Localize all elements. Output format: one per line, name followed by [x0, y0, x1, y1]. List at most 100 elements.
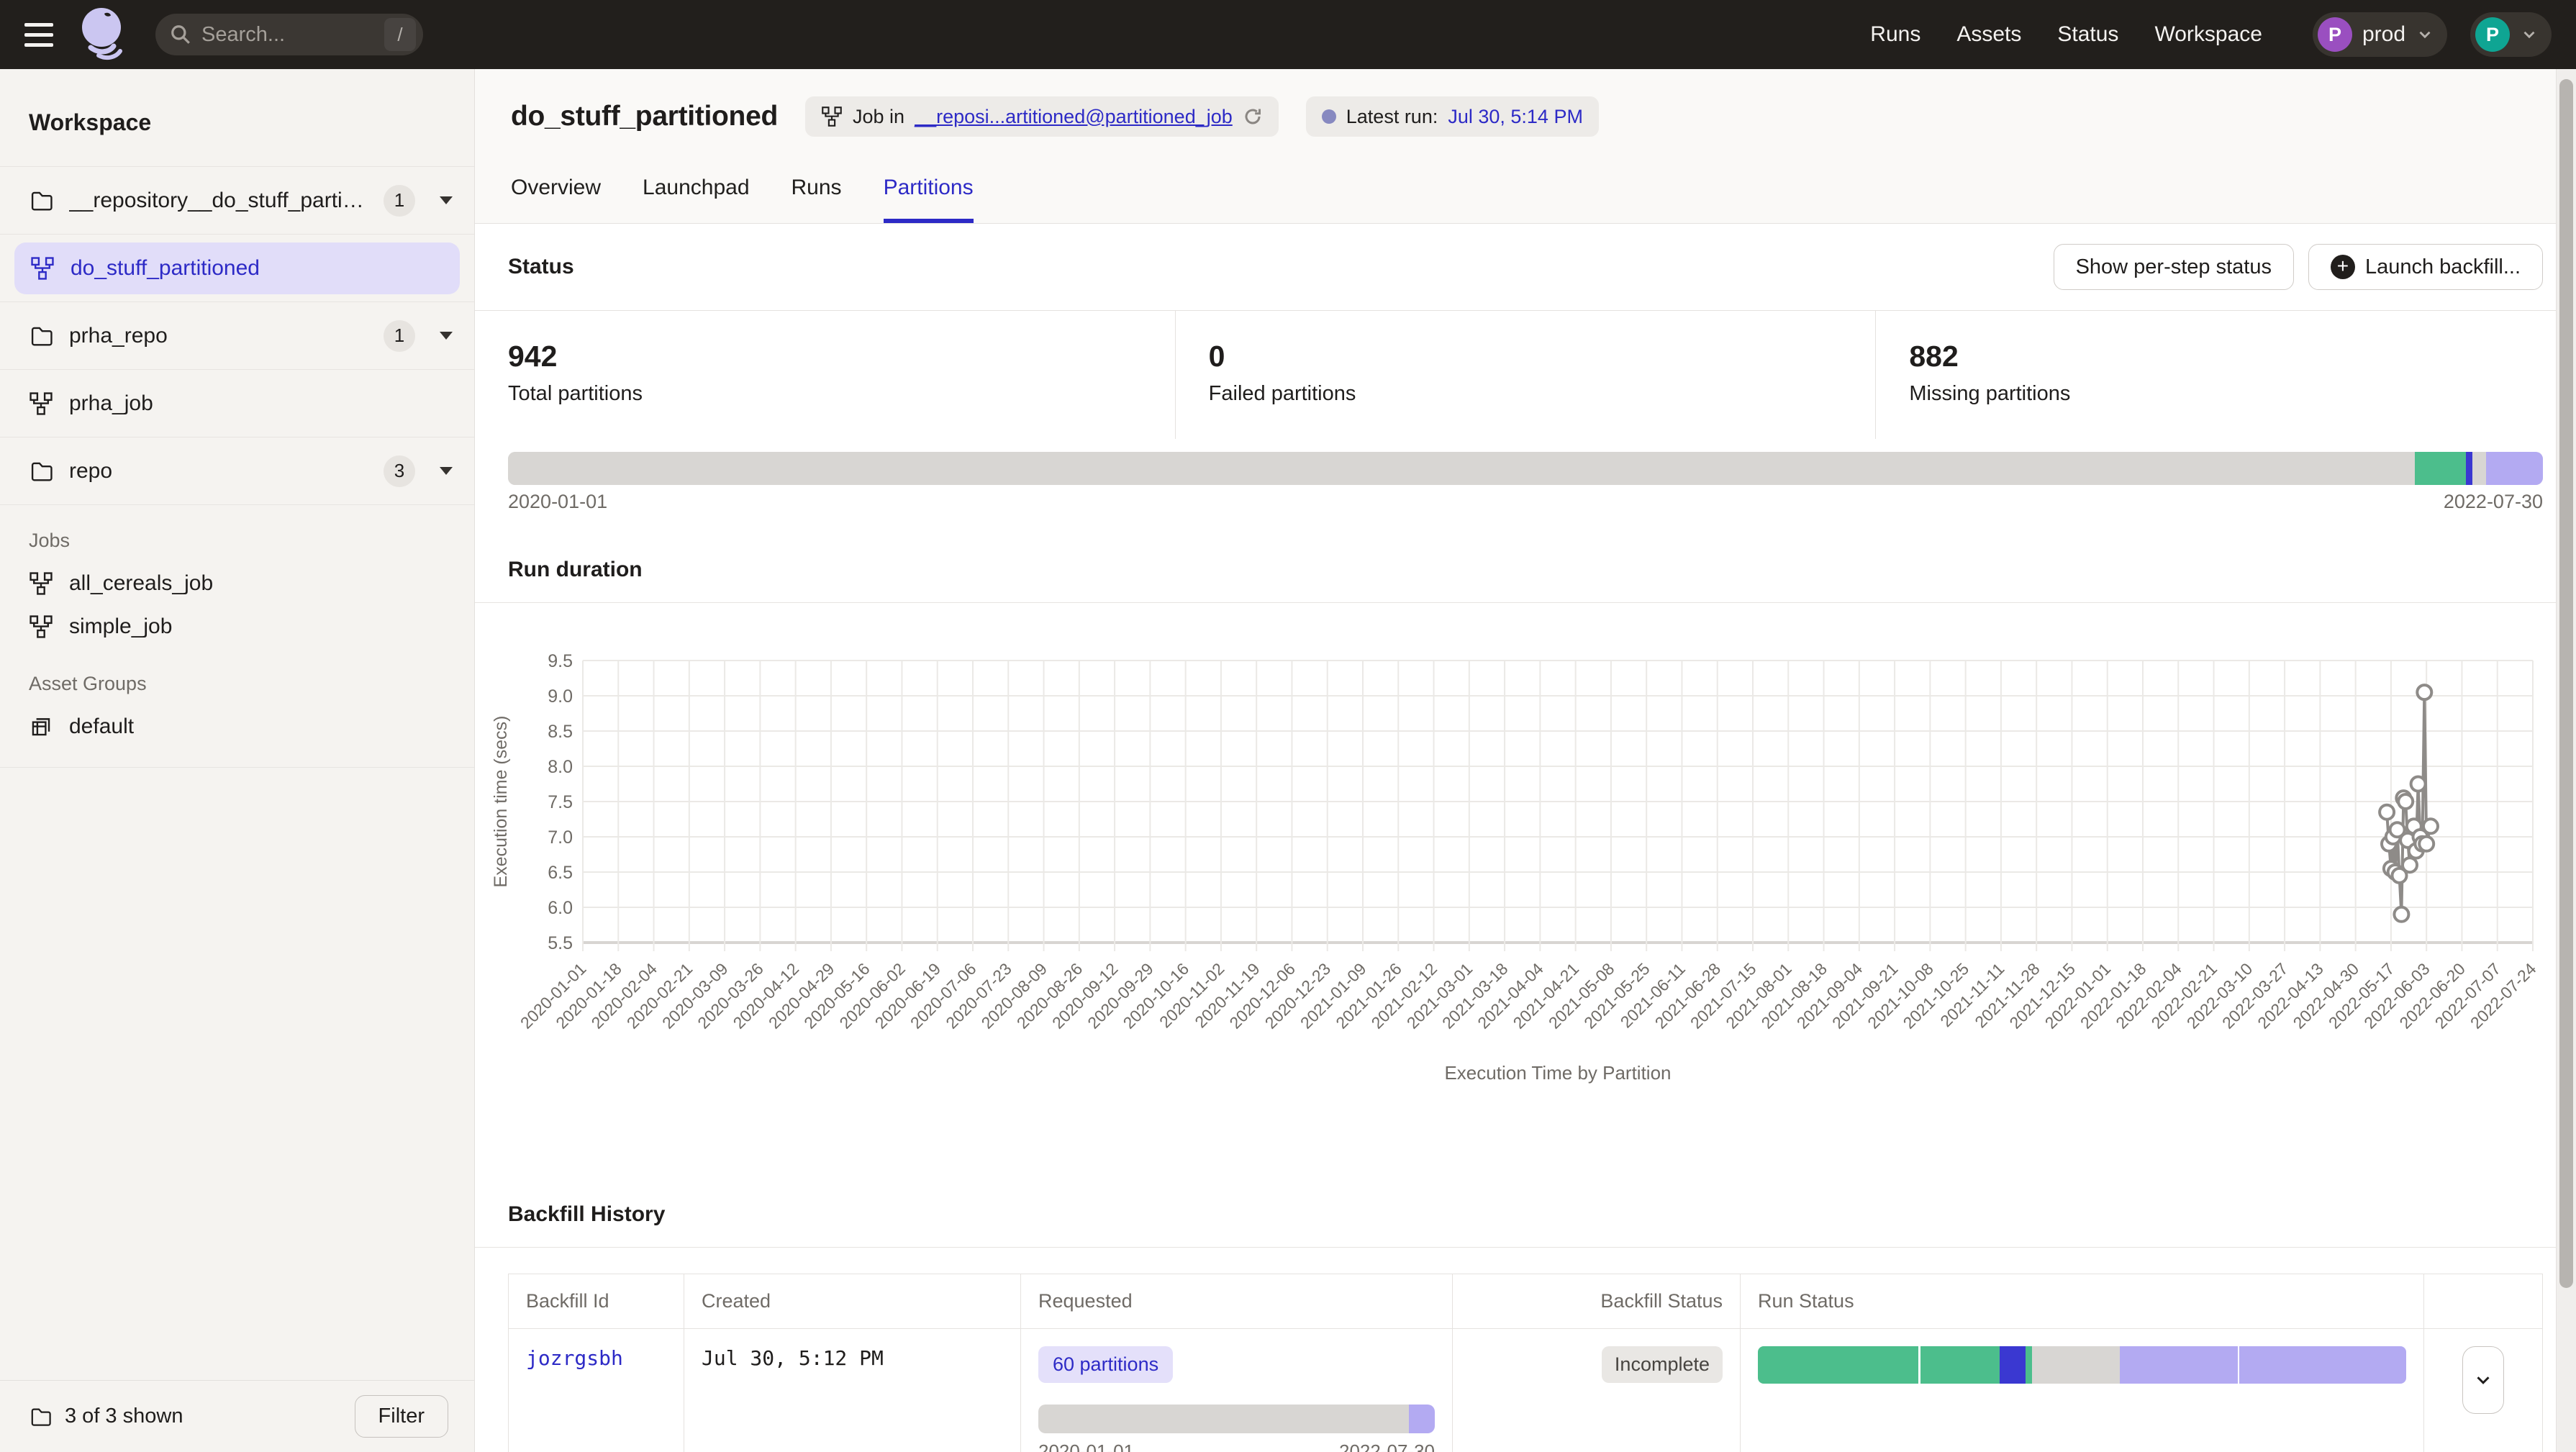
backfill-history-heading: Backfill History: [475, 1202, 2576, 1248]
run-duration-heading: Run duration: [475, 558, 2576, 603]
sidebar-item-label: __repository__do_stuff_partitio...: [69, 189, 368, 213]
latest-run-link[interactable]: Jul 30, 5:14 PM: [1448, 106, 1583, 128]
sidebar-item-label: simple_job: [69, 614, 172, 639]
column-header-backfill-status: Backfill Status: [1453, 1274, 1741, 1329]
caret-down-icon[interactable]: [440, 467, 453, 475]
sidebar-item-prha_job[interactable]: prha_job: [0, 370, 474, 437]
bar-segment: [2120, 1346, 2238, 1384]
bar-segment: [2026, 1346, 2032, 1384]
caret-down-icon[interactable]: [440, 196, 453, 204]
launch-backfill-label: Launch backfill...: [2365, 255, 2521, 279]
table-row: jozrgsbh Jul 30, 5:12 PM 60 partitions 2…: [509, 1329, 2543, 1452]
requested-end-date: 2022-07-30: [1339, 1440, 1435, 1452]
count-badge: 3: [384, 455, 415, 487]
sidebar-item-do_stuff_partitioned[interactable]: do_stuff_partitioned: [14, 242, 460, 294]
main-content: do_stuff_partitioned Job in __reposi...a…: [475, 69, 2576, 1452]
folder-icon: [29, 1405, 52, 1428]
latest-run-label: Latest run:: [1346, 106, 1438, 128]
hamburger-menu-icon[interactable]: [24, 20, 58, 49]
tab-runs[interactable]: Runs: [792, 176, 842, 223]
topnav-links: Runs Assets Status Workspace: [1870, 22, 2262, 47]
user-avatar: P: [2475, 17, 2510, 52]
scrollbar[interactable]: [2556, 69, 2576, 1452]
stat-value: 882: [1909, 340, 2576, 373]
sidebar-item-simple_job[interactable]: simple_job: [0, 605, 474, 648]
partition-status-bar-block: 2020-01-01 2022-07-30: [475, 439, 2576, 513]
backfill-id-link[interactable]: jozrgsbh: [526, 1346, 623, 1370]
sidebar-item-label: prha_repo: [69, 324, 168, 348]
bar-segment: [2466, 452, 2473, 485]
nav-link-runs[interactable]: Runs: [1870, 22, 1920, 47]
dagster-logo[interactable]: [76, 5, 132, 64]
sidebar-item-all_cereals_job[interactable]: all_cereals_job: [0, 562, 474, 605]
search-input[interactable]: [201, 23, 374, 47]
job-icon: [29, 614, 53, 639]
nav-link-assets[interactable]: Assets: [1956, 22, 2021, 47]
search-icon: [170, 24, 191, 45]
sidebar-item-label: repo: [69, 459, 112, 484]
tab-partitions[interactable]: Partitions: [884, 176, 974, 223]
sidebar-item-repo[interactable]: repo 3: [0, 437, 474, 505]
bar-segment: [2032, 1346, 2120, 1384]
sidebar-list: __repository__do_stuff_partitio...1do_st…: [0, 166, 474, 768]
stat-label: Missing partitions: [1909, 382, 2576, 406]
asset-group-icon: [29, 714, 53, 739]
backfill-table-header-row: Backfill Id Created Requested Backfill S…: [509, 1274, 2543, 1329]
job-origin-link[interactable]: __reposi...artitioned@partitioned_job: [915, 106, 1233, 128]
svg-text:Execution time (secs): Execution time (secs): [491, 716, 511, 888]
user-menu[interactable]: P: [2470, 12, 2552, 57]
partition-bar-end-date: 2022-07-30: [2444, 491, 2543, 513]
sidebar-item-label: all_cereals_job: [69, 571, 213, 596]
bar-segment: [1920, 1346, 2000, 1384]
backfill-table: Backfill Id Created Requested Backfill S…: [508, 1274, 2543, 1452]
run-status-bar: [1758, 1346, 2406, 1384]
svg-text:9.5: 9.5: [548, 651, 573, 671]
scrollbar-thumb[interactable]: [2559, 79, 2573, 1288]
stat-label: Failed partitions: [1209, 382, 1876, 406]
deployment-label: prod: [2362, 22, 2405, 47]
column-header-created: Created: [684, 1274, 1021, 1329]
sidebar-item-prha_repo[interactable]: prha_repo 1: [0, 302, 474, 370]
filter-button[interactable]: Filter: [355, 1395, 448, 1438]
tab-launchpad[interactable]: Launchpad: [643, 176, 749, 223]
search-box: /: [155, 14, 423, 55]
show-per-step-status-button[interactable]: Show per-step status: [2054, 244, 2294, 290]
plus-icon: +: [2331, 255, 2355, 279]
requested-start-date: 2020-01-01: [1038, 1440, 1134, 1452]
sidebar-item-label: do_stuff_partitioned: [71, 256, 260, 281]
sidebar-item-default[interactable]: default: [0, 705, 474, 748]
svg-text:6.0: 6.0: [548, 898, 573, 918]
bar-segment: [2000, 1346, 2026, 1384]
svg-text:7.0: 7.0: [548, 827, 573, 848]
bar-segment: [2239, 1346, 2406, 1384]
dagster-logo-icon: [76, 5, 132, 64]
run-duration-section: Run duration 9.59.08.58.07.57.06.56.05.5…: [475, 558, 2576, 1097]
bar-segment: [1409, 1405, 1435, 1433]
job-in-label: Job in: [853, 106, 904, 128]
deployment-switcher[interactable]: P prod: [2313, 12, 2447, 57]
page-header: do_stuff_partitioned Job in __reposi...a…: [475, 69, 2576, 224]
count-badge: 1: [384, 320, 415, 352]
job-icon: [29, 391, 53, 416]
refresh-icon[interactable]: [1243, 106, 1263, 127]
deployment-avatar: P: [2318, 17, 2352, 52]
tab-overview[interactable]: Overview: [511, 176, 601, 223]
launch-backfill-button[interactable]: + Launch backfill...: [2308, 244, 2543, 290]
backfill-history-section: Backfill History Backfill Id Created Req…: [475, 1202, 2576, 1452]
requested-range-bar: [1038, 1405, 1435, 1433]
nav-link-workspace[interactable]: Workspace: [2154, 22, 2262, 47]
sidebar-item-label: default: [69, 714, 134, 739]
sidebar-item-__repository__do_stuff_partitio...[interactable]: __repository__do_stuff_partitio...1: [0, 167, 474, 235]
svg-text:Execution Time by Partition: Execution Time by Partition: [1444, 1062, 1671, 1084]
requested-partitions-chip[interactable]: 60 partitions: [1038, 1346, 1173, 1383]
svg-text:9.0: 9.0: [548, 686, 573, 707]
nav-link-status[interactable]: Status: [2057, 22, 2118, 47]
job-icon: [821, 106, 843, 127]
caret-down-icon[interactable]: [440, 332, 453, 340]
folder-icon: [29, 459, 53, 484]
stat-value: 0: [1209, 340, 1876, 373]
row-expand-button[interactable]: [2462, 1346, 2504, 1414]
tabs: Overview Launchpad Runs Partitions: [511, 176, 2540, 223]
chevron-down-icon: [2416, 25, 2434, 44]
job-origin-pill: Job in __reposi...artitioned@partitioned…: [805, 96, 1279, 137]
